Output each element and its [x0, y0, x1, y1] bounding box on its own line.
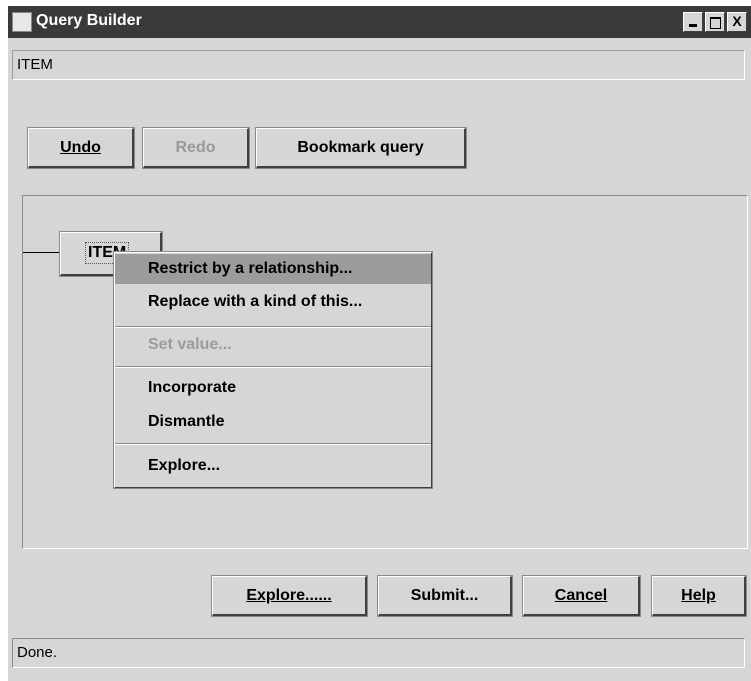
- menu-item-explore[interactable]: Explore...: [115, 451, 431, 481]
- query-path-field: ITEM: [12, 50, 745, 80]
- close-icon: X: [732, 13, 742, 29]
- maximize-button[interactable]: [705, 12, 725, 32]
- tree-connector-line: [23, 252, 61, 253]
- status-bar: Done.: [12, 638, 745, 668]
- close-button[interactable]: X: [727, 12, 747, 32]
- submit-label: Submit...: [410, 587, 479, 604]
- menu-separator: [115, 326, 431, 328]
- title-bar: Query Builder X: [8, 6, 751, 38]
- menu-item-set-value[interactable]: Set value...: [115, 330, 431, 360]
- menu-item-incorporate[interactable]: Incorporate: [115, 373, 431, 403]
- context-menu: Restrict by a relationship... Replace wi…: [113, 251, 433, 489]
- undo-label: Undo: [60, 139, 101, 156]
- app-icon: [12, 12, 32, 32]
- window-title: Query Builder: [36, 12, 142, 29]
- submit-button[interactable]: Submit...: [377, 575, 513, 617]
- minimize-button[interactable]: [683, 12, 703, 32]
- undo-button[interactable]: Undo: [27, 127, 135, 169]
- explore-button[interactable]: Explore......: [211, 575, 368, 617]
- help-button[interactable]: Help: [651, 575, 747, 617]
- menu-item-restrict-by-relationship[interactable]: Restrict by a relationship...: [115, 254, 431, 284]
- menu-separator: [115, 366, 431, 368]
- explore-label: Explore......: [246, 587, 332, 604]
- bookmark-query-button[interactable]: Bookmark query: [255, 127, 467, 169]
- menu-item-dismantle[interactable]: Dismantle: [115, 407, 431, 437]
- menu-separator: [115, 443, 431, 445]
- redo-button[interactable]: Redo: [142, 127, 250, 169]
- menu-item-replace-with-kind[interactable]: Replace with a kind of this...: [115, 287, 431, 317]
- minimize-icon: [689, 24, 697, 27]
- cancel-button[interactable]: Cancel: [522, 575, 641, 617]
- cancel-label: Cancel: [554, 587, 608, 604]
- maximize-icon: [709, 17, 721, 29]
- query-builder-window: Query Builder X ITEM Undo Redo Bookmark …: [8, 6, 751, 681]
- bookmark-query-label: Bookmark query: [297, 139, 424, 156]
- help-label: Help: [681, 587, 716, 604]
- redo-label: Redo: [175, 139, 216, 156]
